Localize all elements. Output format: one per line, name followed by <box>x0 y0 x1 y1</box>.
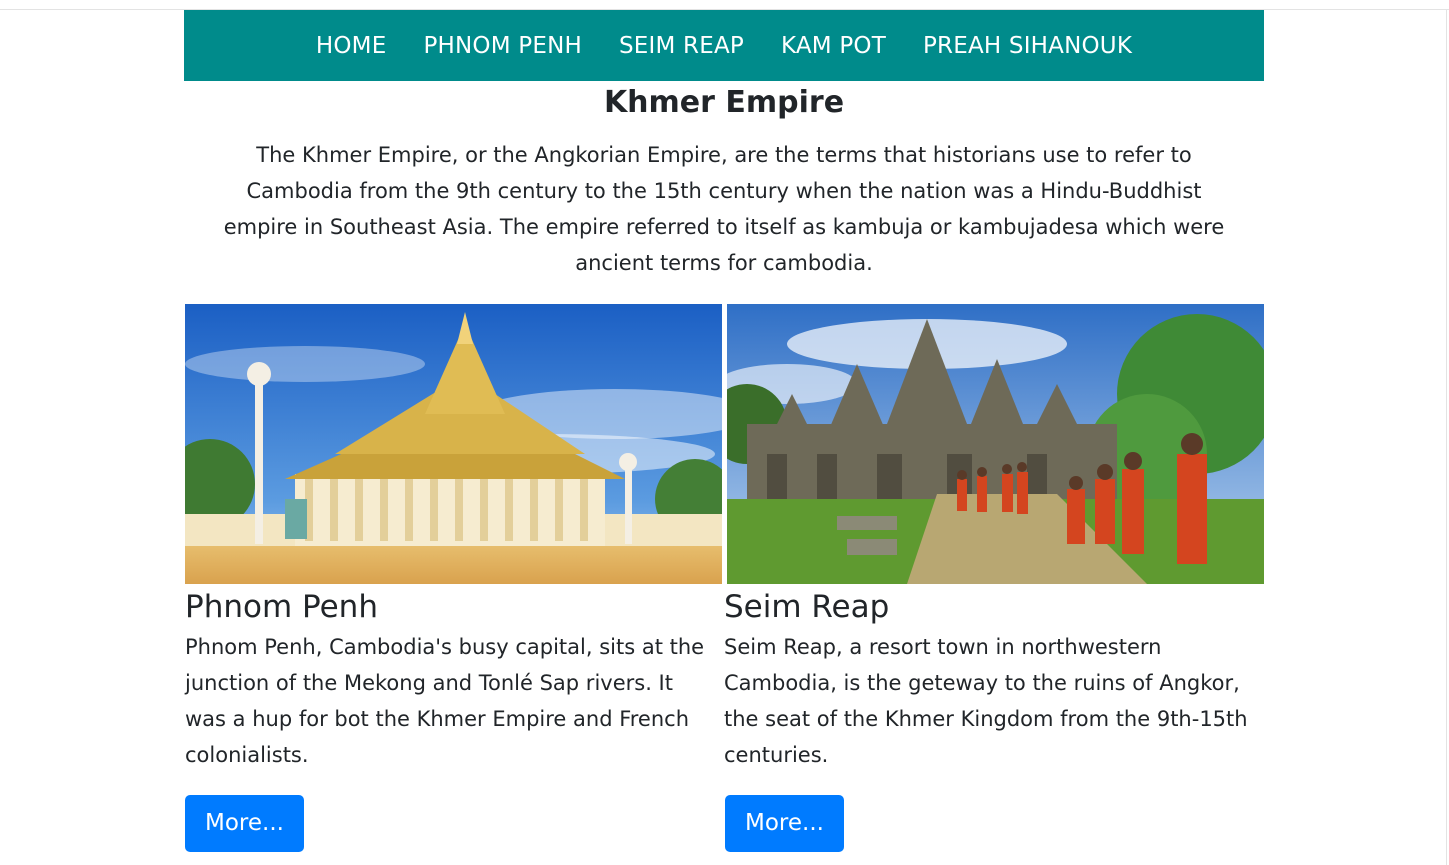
card-text: Seim Reap, a resort town in northwestern… <box>724 635 1248 767</box>
card-title: Seim Reap <box>724 589 890 625</box>
city-cards: Phnom Penh Phnom Penh, Cambodia's busy c… <box>185 304 1264 773</box>
angkor-temple-monks-photo <box>727 304 1264 584</box>
intro-paragraph: The Khmer Empire, or the Angkorian Empir… <box>223 143 1225 275</box>
page-title: Khmer Empire <box>603 85 845 120</box>
card-seim-reap: Seim Reap Seim Reap, a resort town in no… <box>724 304 1264 773</box>
more-button-phnom-penh[interactable]: More... <box>185 795 304 852</box>
nav-preah-sihanouk[interactable]: PREAH SIHANOUK <box>923 33 1132 59</box>
top-navbar: HOME PHNOM PENH SEIM REAP KAM POT PREAH … <box>184 10 1264 81</box>
card-title: Phnom Penh <box>185 589 378 625</box>
card-phnom-penh: Phnom Penh Phnom Penh, Cambodia's busy c… <box>185 304 724 773</box>
card-text: Phnom Penh, Cambodia's busy capital, sit… <box>185 635 705 767</box>
page-container: HOME PHNOM PENH SEIM REAP KAM POT PREAH … <box>184 10 1264 773</box>
browser-edge-right <box>1446 9 1447 865</box>
nav-home[interactable]: HOME <box>316 33 387 59</box>
royal-palace-photo <box>185 304 722 584</box>
nav-seim-reap[interactable]: SEIM REAP <box>619 33 744 59</box>
nav-phnom-penh[interactable]: PHNOM PENH <box>423 33 582 59</box>
nav-kam-pot[interactable]: KAM POT <box>781 33 886 59</box>
more-button-seim-reap[interactable]: More... <box>725 795 844 852</box>
